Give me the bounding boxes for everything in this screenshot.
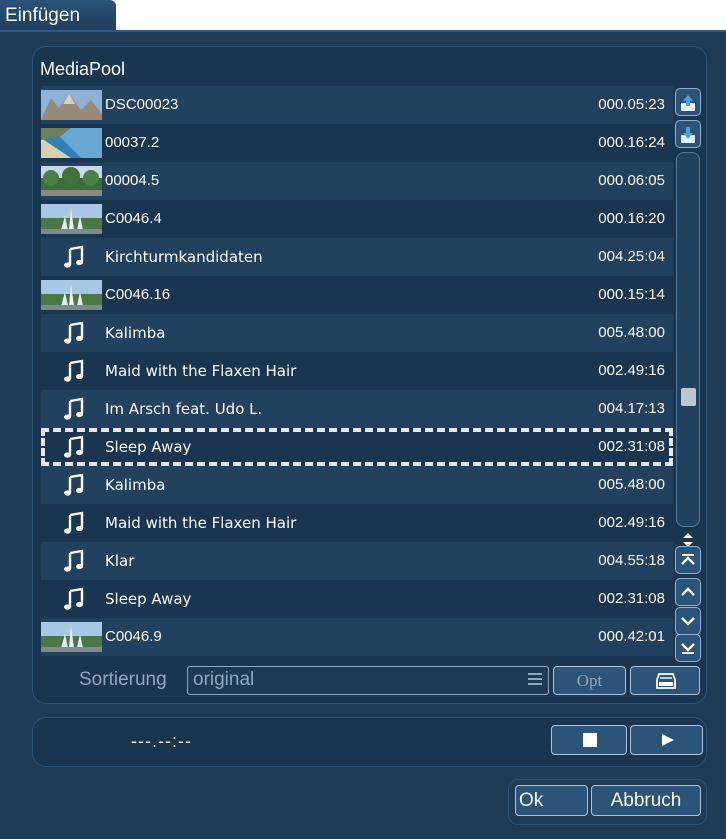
scroll-top-icon[interactable]	[675, 546, 701, 574]
video-thumbnail	[41, 622, 102, 652]
play-icon	[662, 734, 674, 746]
music-note-icon	[63, 435, 85, 459]
window-title-tab: Einfügen	[0, 0, 116, 32]
media-item-name: Sleep Away	[105, 590, 192, 608]
media-item-name: C0046.4	[105, 210, 162, 227]
media-item-duration: 002.49:16	[598, 362, 665, 379]
media-item-duration: 000.16:20	[598, 210, 665, 227]
media-list-item[interactable]: Maid with the Flaxen Hair 002.49:16	[41, 504, 673, 542]
media-item-duration: 000.16:24	[598, 134, 665, 151]
video-thumbnail	[41, 280, 102, 310]
media-list-item[interactable]: Klar 004.55:18	[41, 542, 673, 580]
media-item-name: Sleep Away	[105, 438, 192, 456]
media-list-item[interactable]: Sleep Away 002.31:08	[41, 428, 673, 466]
media-item-duration: 004.17:13	[598, 400, 665, 417]
media-item-duration: 000.05:23	[598, 96, 665, 113]
music-note-icon	[63, 321, 85, 345]
timecode-display: ---.--:--	[131, 731, 192, 751]
media-list-item[interactable]: Im Arsch feat. Udo L. 004.17:13	[41, 390, 673, 428]
cancel-button[interactable]: Abbruch	[591, 785, 701, 816]
drive-icon	[656, 673, 676, 689]
music-note-icon	[63, 359, 85, 383]
media-list-item[interactable]: 00037.2 000.16:24	[41, 124, 673, 162]
media-list-item[interactable]: DSC00023 000.05:23	[41, 86, 673, 124]
media-item-duration: 002.31:08	[598, 438, 665, 455]
media-list-item[interactable]: Kirchturmkandidaten 004.25:04	[41, 238, 673, 276]
media-item-duration: 002.31:08	[598, 590, 665, 607]
music-note-icon	[63, 473, 85, 497]
play-button[interactable]	[630, 725, 703, 755]
video-thumbnail	[41, 166, 102, 196]
scroll-up-icon[interactable]	[675, 578, 701, 606]
scroll-track[interactable]	[676, 152, 700, 527]
media-item-name: Kalimba	[105, 324, 166, 342]
video-thumbnail	[41, 90, 102, 120]
media-list-item[interactable]: 00004.5 000.06:05	[41, 162, 673, 200]
media-list-item[interactable]: Kalimba 005.48:00	[41, 466, 673, 504]
menu-icon	[528, 673, 542, 685]
stop-icon	[583, 733, 597, 747]
media-list-item[interactable]: C0046.4 000.16:20	[41, 200, 673, 238]
scroll-bottom-icon[interactable]	[675, 634, 701, 662]
media-item-name: Maid with the Flaxen Hair	[105, 362, 297, 380]
media-item-name: 00004.5	[105, 172, 160, 189]
media-list-item[interactable]: C0046.16 000.15:14	[41, 276, 673, 314]
media-item-duration: 000.15:14	[598, 286, 665, 303]
move-down-icon[interactable]	[675, 120, 701, 148]
stop-button[interactable]	[551, 725, 627, 755]
video-thumbnail	[41, 128, 102, 158]
ok-button[interactable]: Ok	[515, 785, 588, 816]
media-item-duration: 004.25:04	[598, 248, 665, 265]
media-item-name: C0046.16	[105, 286, 171, 303]
media-item-name: 00037.2	[105, 134, 160, 151]
music-note-icon	[63, 511, 85, 535]
media-list-item[interactable]: Kalimba 005.48:00	[41, 314, 673, 352]
media-item-name: Maid with the Flaxen Hair	[105, 514, 297, 532]
media-list: DSC00023 000.05:23 00037.2 000.16:24 00004.5…	[41, 86, 673, 656]
media-item-duration: 000.06:05	[598, 172, 665, 189]
mediapool-title: MediaPool	[40, 59, 126, 79]
media-item-name: Klar	[105, 552, 135, 570]
music-note-icon	[63, 549, 85, 573]
move-up-icon[interactable]	[675, 88, 701, 116]
media-list-item[interactable]: Sleep Away 002.31:08	[41, 580, 673, 618]
archive-button[interactable]	[630, 666, 700, 695]
sort-value: original	[193, 669, 255, 690]
sort-select[interactable]: original	[187, 666, 549, 695]
media-item-duration: 002.49:16	[598, 514, 665, 531]
media-item-duration: 005.48:00	[598, 324, 665, 341]
scroll-down-icon[interactable]	[675, 607, 701, 635]
media-item-name: Kalimba	[105, 476, 166, 494]
media-list-item[interactable]: C0046.9 000.42:01	[41, 618, 673, 656]
media-item-name: Im Arsch feat. Udo L.	[105, 400, 263, 418]
media-item-name: Kirchturmkandidaten	[105, 248, 263, 266]
media-item-name: DSC00023	[105, 96, 179, 113]
list-scrollbar[interactable]	[675, 88, 701, 662]
scroll-thumb[interactable]	[681, 388, 696, 406]
media-item-duration: 005.48:00	[598, 476, 665, 493]
media-item-name: C0046.9	[105, 628, 162, 645]
media-item-duration: 000.42:01	[598, 628, 665, 645]
music-note-icon	[63, 587, 85, 611]
sort-label: Sortierung	[79, 669, 167, 690]
music-note-icon	[63, 397, 85, 421]
options-button[interactable]: Opt	[553, 666, 626, 695]
media-list-item[interactable]: Maid with the Flaxen Hair 002.49:16	[41, 352, 673, 390]
video-thumbnail	[41, 204, 102, 234]
media-item-duration: 004.55:18	[598, 552, 665, 569]
music-note-icon	[63, 245, 85, 269]
